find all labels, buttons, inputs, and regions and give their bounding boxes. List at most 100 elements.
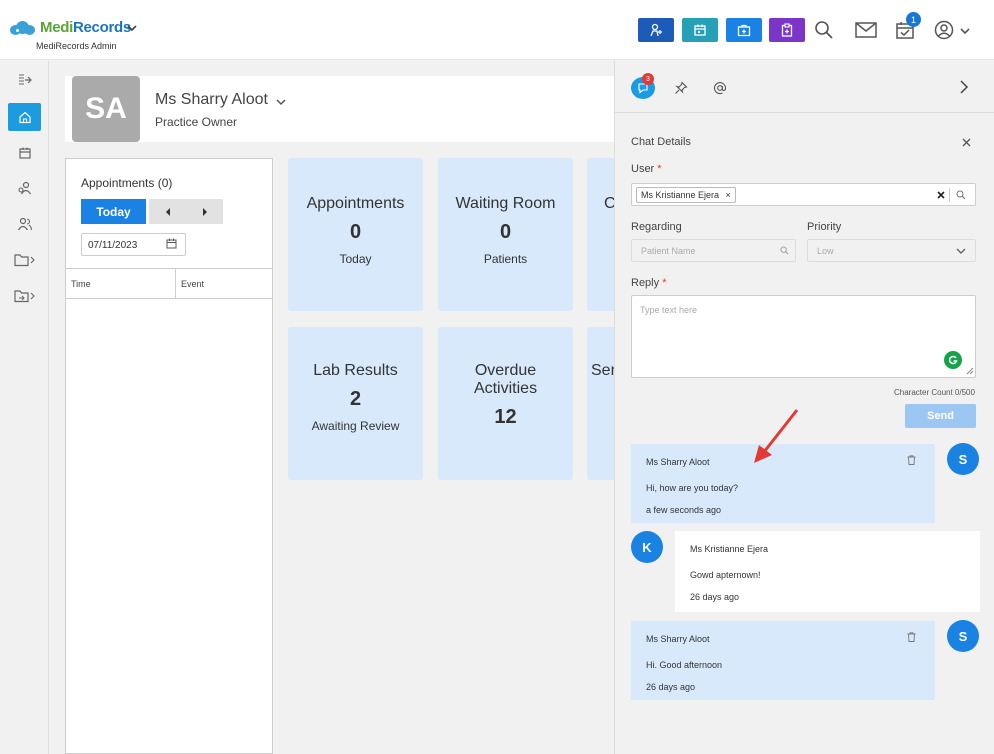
calendar-icon (18, 147, 31, 159)
collapse-panel-icon[interactable] (959, 80, 969, 94)
previous-day-button[interactable] (149, 199, 186, 224)
profile-card: SA Ms Sharry Aloot Practice Owner (65, 76, 625, 142)
caret-left-icon (165, 207, 170, 216)
tasks-count-badge: 1 (906, 12, 921, 27)
home-icon (18, 111, 31, 124)
priority-select[interactable]: Low (807, 239, 976, 262)
appointment-button[interactable] (682, 18, 718, 42)
expand-menu-icon (18, 74, 32, 85)
add-patient-button[interactable] (638, 18, 674, 42)
left-sidebar (0, 61, 49, 754)
regarding-label: Regarding (631, 221, 682, 233)
chat-details-title: Chat Details (631, 136, 691, 148)
profile-role: Practice Owner (155, 115, 238, 129)
avatar: S (947, 620, 979, 652)
app-logo[interactable]: MediRecords (8, 19, 131, 36)
search-button[interactable] (812, 18, 836, 42)
reply-textarea[interactable]: Type text here (631, 295, 976, 378)
message-time: 26 days ago (646, 682, 696, 692)
column-header-time[interactable]: Time (66, 268, 176, 299)
user-label: User * (631, 163, 662, 175)
chat-message: Ms Sharry Aloot Hi. Good afternoon 26 da… (631, 621, 935, 700)
user-field[interactable]: Ms Kristianne Ejera × (631, 183, 976, 206)
chevron-down-icon[interactable] (276, 98, 286, 106)
medical-bag-icon (737, 24, 751, 37)
resize-handle-icon[interactable] (966, 367, 974, 375)
sidebar-item-calendar[interactable] (8, 139, 41, 167)
appointments-title: Appointments (0) (81, 176, 173, 190)
sidebar-item-folders[interactable] (8, 246, 41, 274)
user-chip[interactable]: Ms Kristianne Ejera × (636, 187, 736, 203)
unread-badge: 3 (642, 73, 654, 85)
calendar-icon[interactable] (166, 238, 177, 249)
message-text: Hi, how are you today? (646, 483, 739, 493)
search-icon (780, 246, 789, 255)
avatar: SA (72, 76, 140, 142)
tile-waiting-room[interactable]: Waiting Room 0 Patients (438, 158, 573, 311)
clipboard-button[interactable] (769, 18, 805, 42)
clipboard-icon (781, 23, 793, 37)
tile-partial-c[interactable]: C (587, 158, 614, 311)
message-author: Ms Sharry Aloot (646, 457, 710, 467)
trash-icon[interactable] (907, 455, 916, 465)
user-circle-icon (934, 20, 954, 40)
expand-sidebar-button[interactable] (8, 66, 41, 94)
today-button[interactable]: Today (81, 199, 146, 224)
grammarly-icon[interactable] (944, 351, 962, 369)
app-subtitle: MediRecords Admin (36, 41, 117, 51)
chevron-down-icon[interactable] (960, 27, 970, 35)
sidebar-item-home[interactable] (8, 103, 41, 131)
search-icon[interactable] (956, 190, 966, 200)
mail-button[interactable] (854, 18, 878, 42)
avatar: K (631, 531, 663, 563)
regarding-field[interactable]: Patient Name (631, 239, 796, 262)
medical-kit-button[interactable] (726, 18, 762, 42)
tile-overdue-activities[interactable]: Overdue Activities 12 (438, 327, 573, 480)
cloud-logo-icon (8, 20, 36, 36)
folder-icon (13, 254, 35, 267)
column-header-event[interactable]: Event (176, 268, 273, 299)
patients-icon (17, 181, 31, 195)
character-count: Character Count 0/500 (894, 388, 975, 397)
trash-icon[interactable] (907, 632, 916, 642)
folder-share-icon (13, 290, 35, 303)
chat-panel: 3 Chat Details User * Ms Kristianne Ejer… (614, 61, 994, 754)
chevron-down-icon (956, 248, 966, 254)
chevron-down-icon[interactable] (127, 24, 137, 32)
tile-partial-ser[interactable]: Ser (587, 327, 614, 480)
message-time: a few seconds ago (646, 505, 722, 515)
tile-appointments[interactable]: Appointments 0 Today (288, 158, 423, 311)
app-name: MediRecords (40, 19, 131, 36)
priority-label: Priority (807, 221, 842, 233)
chat-tabs: 3 (615, 61, 994, 113)
users-icon (17, 217, 32, 231)
mail-icon (855, 22, 877, 38)
chip-remove-icon[interactable]: × (726, 190, 731, 200)
message-time: 26 days ago (690, 592, 740, 602)
sidebar-item-shared-folders[interactable] (8, 282, 41, 310)
tab-mentions[interactable] (708, 77, 732, 99)
message-text: Gowd apternown! (690, 570, 761, 580)
annotation-arrow-icon (754, 409, 799, 463)
appointments-panel: Appointments (0) Today 07/11/2023 Time E… (65, 158, 273, 754)
top-bar: MediRecords MediRecords Admin 1 (0, 0, 994, 60)
send-button[interactable]: Send (905, 404, 976, 428)
tab-pinned[interactable] (669, 77, 693, 99)
message-author: Ms Sharry Aloot (646, 634, 710, 644)
calendar-icon (694, 24, 706, 36)
caret-right-icon (202, 207, 207, 216)
reply-placeholder: Type text here (640, 305, 698, 315)
message-text: Hi. Good afternoon (646, 660, 723, 670)
profile-name[interactable]: Ms Sharry Aloot (155, 91, 268, 109)
next-day-button[interactable] (186, 199, 223, 224)
tile-lab-results[interactable]: Lab Results 2 Awaiting Review (288, 327, 423, 480)
clear-icon[interactable] (937, 191, 945, 199)
sidebar-item-patients[interactable] (8, 174, 41, 202)
chat-message: Ms Kristianne Ejera Gowd apternown! 26 d… (675, 531, 980, 612)
at-sign-icon (713, 82, 727, 95)
sidebar-item-contacts[interactable] (8, 210, 41, 238)
message-author: Ms Kristianne Ejera (690, 544, 769, 554)
user-menu-button[interactable] (932, 18, 956, 42)
pin-icon (675, 81, 688, 94)
close-icon[interactable] (962, 138, 971, 147)
